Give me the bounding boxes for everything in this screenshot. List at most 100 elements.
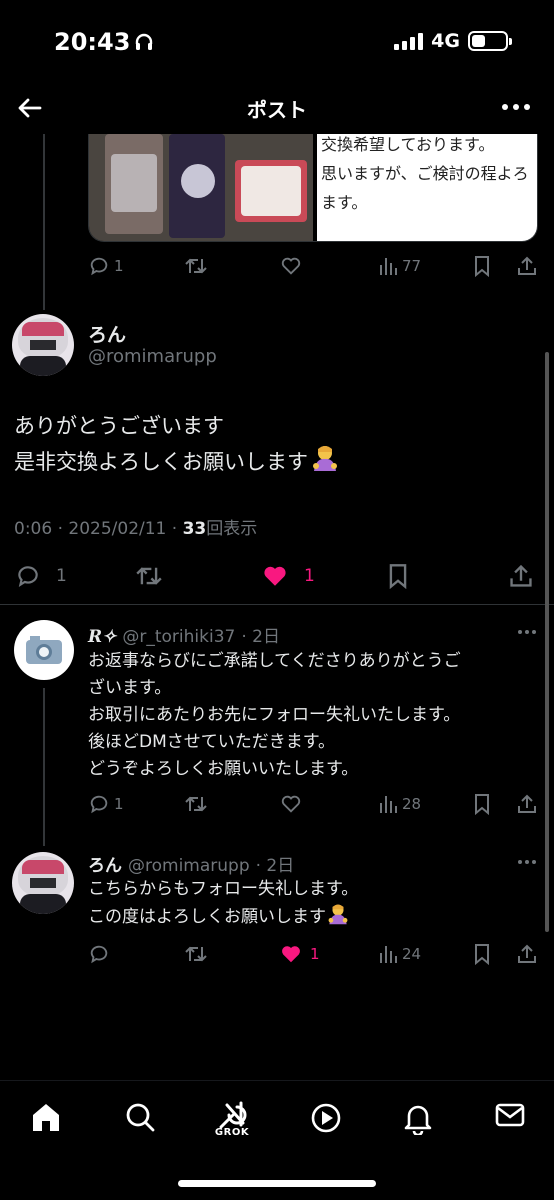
reply-button[interactable] [88,943,110,965]
share-button[interactable] [516,943,538,965]
views-label: 回表示 [206,519,258,539]
nav-grok[interactable]: GROK [212,1101,252,1141]
reply-button[interactable]: 1 [14,563,67,589]
mail-icon [495,1103,525,1127]
reply-count: 1 [114,257,124,275]
like-count: 1 [304,566,315,586]
share-button[interactable] [516,793,538,815]
author-name[interactable]: ろん [88,851,122,876]
post-media[interactable]: 交換希望しております。 思いますが、ご検討の程よろ ます。 [88,134,538,242]
share-icon [518,944,536,963]
bowing-person-emoji-icon [326,903,350,925]
home-icon [33,1104,59,1131]
bookmark-icon [475,256,489,277]
retweet-button[interactable] [134,563,164,589]
bookmark-button[interactable] [472,943,492,965]
retweet-button[interactable] [184,943,208,965]
more-icon[interactable] [518,630,536,634]
reply-text-line: ざいます。 [88,678,172,698]
signal-icon [394,32,424,50]
bookmark-button[interactable] [386,563,410,589]
battery-icon [468,31,512,51]
author-handle[interactable]: @romimarupp [128,856,250,876]
status-bar: 20:43 4G [0,0,554,82]
view-count: 28 [402,795,422,813]
nav-video[interactable] [306,1101,346,1141]
nav-notifications[interactable] [398,1101,438,1141]
post-text: ありがとうございます 是非交換よろしくお願いします [14,408,340,480]
like-icon [281,257,301,275]
author-name[interactable]: ろん [88,320,126,347]
like-icon [282,946,300,963]
reply-text-line: お返事ならびにご承諾してくださりありがとうご [88,651,461,671]
views-button[interactable]: 28 [378,793,421,815]
post-meta: 0:06 · 2025/02/11 · 33回表示 [14,514,257,539]
retweet-icon [185,796,207,812]
like-button[interactable]: 1 [260,563,315,589]
reply-header: ろん @romimarupp · 2日 [88,851,294,876]
reply-text-line: 後ほどDMさせていただきます。 [88,732,336,752]
status-indicators: 4G [394,30,512,52]
retweet-icon [185,258,207,274]
author-handle[interactable]: @r_torihiki37 [122,627,235,647]
media-photo[interactable] [89,134,313,241]
thread-line [43,134,45,310]
avatar[interactable] [12,314,74,376]
bell-icon [404,1105,432,1135]
like-button[interactable] [280,793,302,815]
retweet-button[interactable] [184,793,208,815]
grok-icon [219,1101,247,1129]
reply-button[interactable]: 1 [88,793,124,815]
header: ポスト [0,82,554,134]
more-icon[interactable] [518,860,536,864]
post-time: · 2日 [241,627,280,647]
share-icon [518,256,536,275]
reply-text-line-wrap: この度はよろしくお願いします [88,903,358,931]
divider [0,604,554,605]
reply-text: お返事ならびにご承諾してくださりありがとうご ざいます。 お取引にあたりお先にフ… [88,648,461,783]
view-count: 77 [402,257,422,275]
like-count: 1 [310,945,320,963]
nav-home[interactable] [26,1101,66,1141]
nav-search[interactable] [120,1101,160,1141]
views-button[interactable]: 24 [378,943,421,965]
reply-text-line: お取引にあたりお先にフォロー失礼いたします。 [88,705,461,725]
like-icon [264,566,286,586]
page-title: ポスト [247,98,307,122]
reply-icon [90,945,108,964]
author-name[interactable]: R✧ [88,627,116,647]
views-icon [380,946,397,963]
author-handle[interactable]: @romimarupp [88,346,217,367]
view-count: 33 [182,519,207,539]
bowing-person-emoji-icon [310,444,340,472]
bookmark-button[interactable] [472,255,492,277]
post-timestamp[interactable]: 0:06 · 2025/02/11 · [14,519,183,539]
views-icon [380,258,397,275]
search-icon [126,1103,155,1132]
avatar[interactable] [12,852,74,914]
scrollbar[interactable] [545,352,549,932]
home-indicator[interactable] [178,1180,376,1187]
headphones-icon [136,33,153,50]
like-button[interactable]: 1 [280,943,320,965]
reply-header: R✧ @r_torihiki37 · 2日 [88,622,280,647]
retweet-button[interactable] [184,255,208,277]
post-time: · 2日 [255,856,295,876]
reply-text-line: どうぞよろしくお願いいたします。 [88,759,359,779]
status-time-group: 20:43 [54,28,154,56]
share-button[interactable] [508,563,534,589]
reply-count: 1 [56,566,67,586]
bookmark-button[interactable] [472,793,492,815]
nav-messages[interactable] [490,1101,530,1141]
views-button[interactable]: 77 [378,255,421,277]
share-button[interactable] [516,255,538,277]
media-text-image[interactable]: 交換希望しております。 思いますが、ご検討の程よろ ます。 [317,134,537,241]
more-icon[interactable] [502,104,530,110]
like-button[interactable] [280,255,302,277]
bookmark-icon [389,564,407,589]
retweet-icon [136,567,162,585]
reply-button[interactable]: 1 [88,255,124,277]
avatar[interactable] [14,620,74,680]
reply-icon [90,795,108,814]
share-icon [518,794,536,813]
